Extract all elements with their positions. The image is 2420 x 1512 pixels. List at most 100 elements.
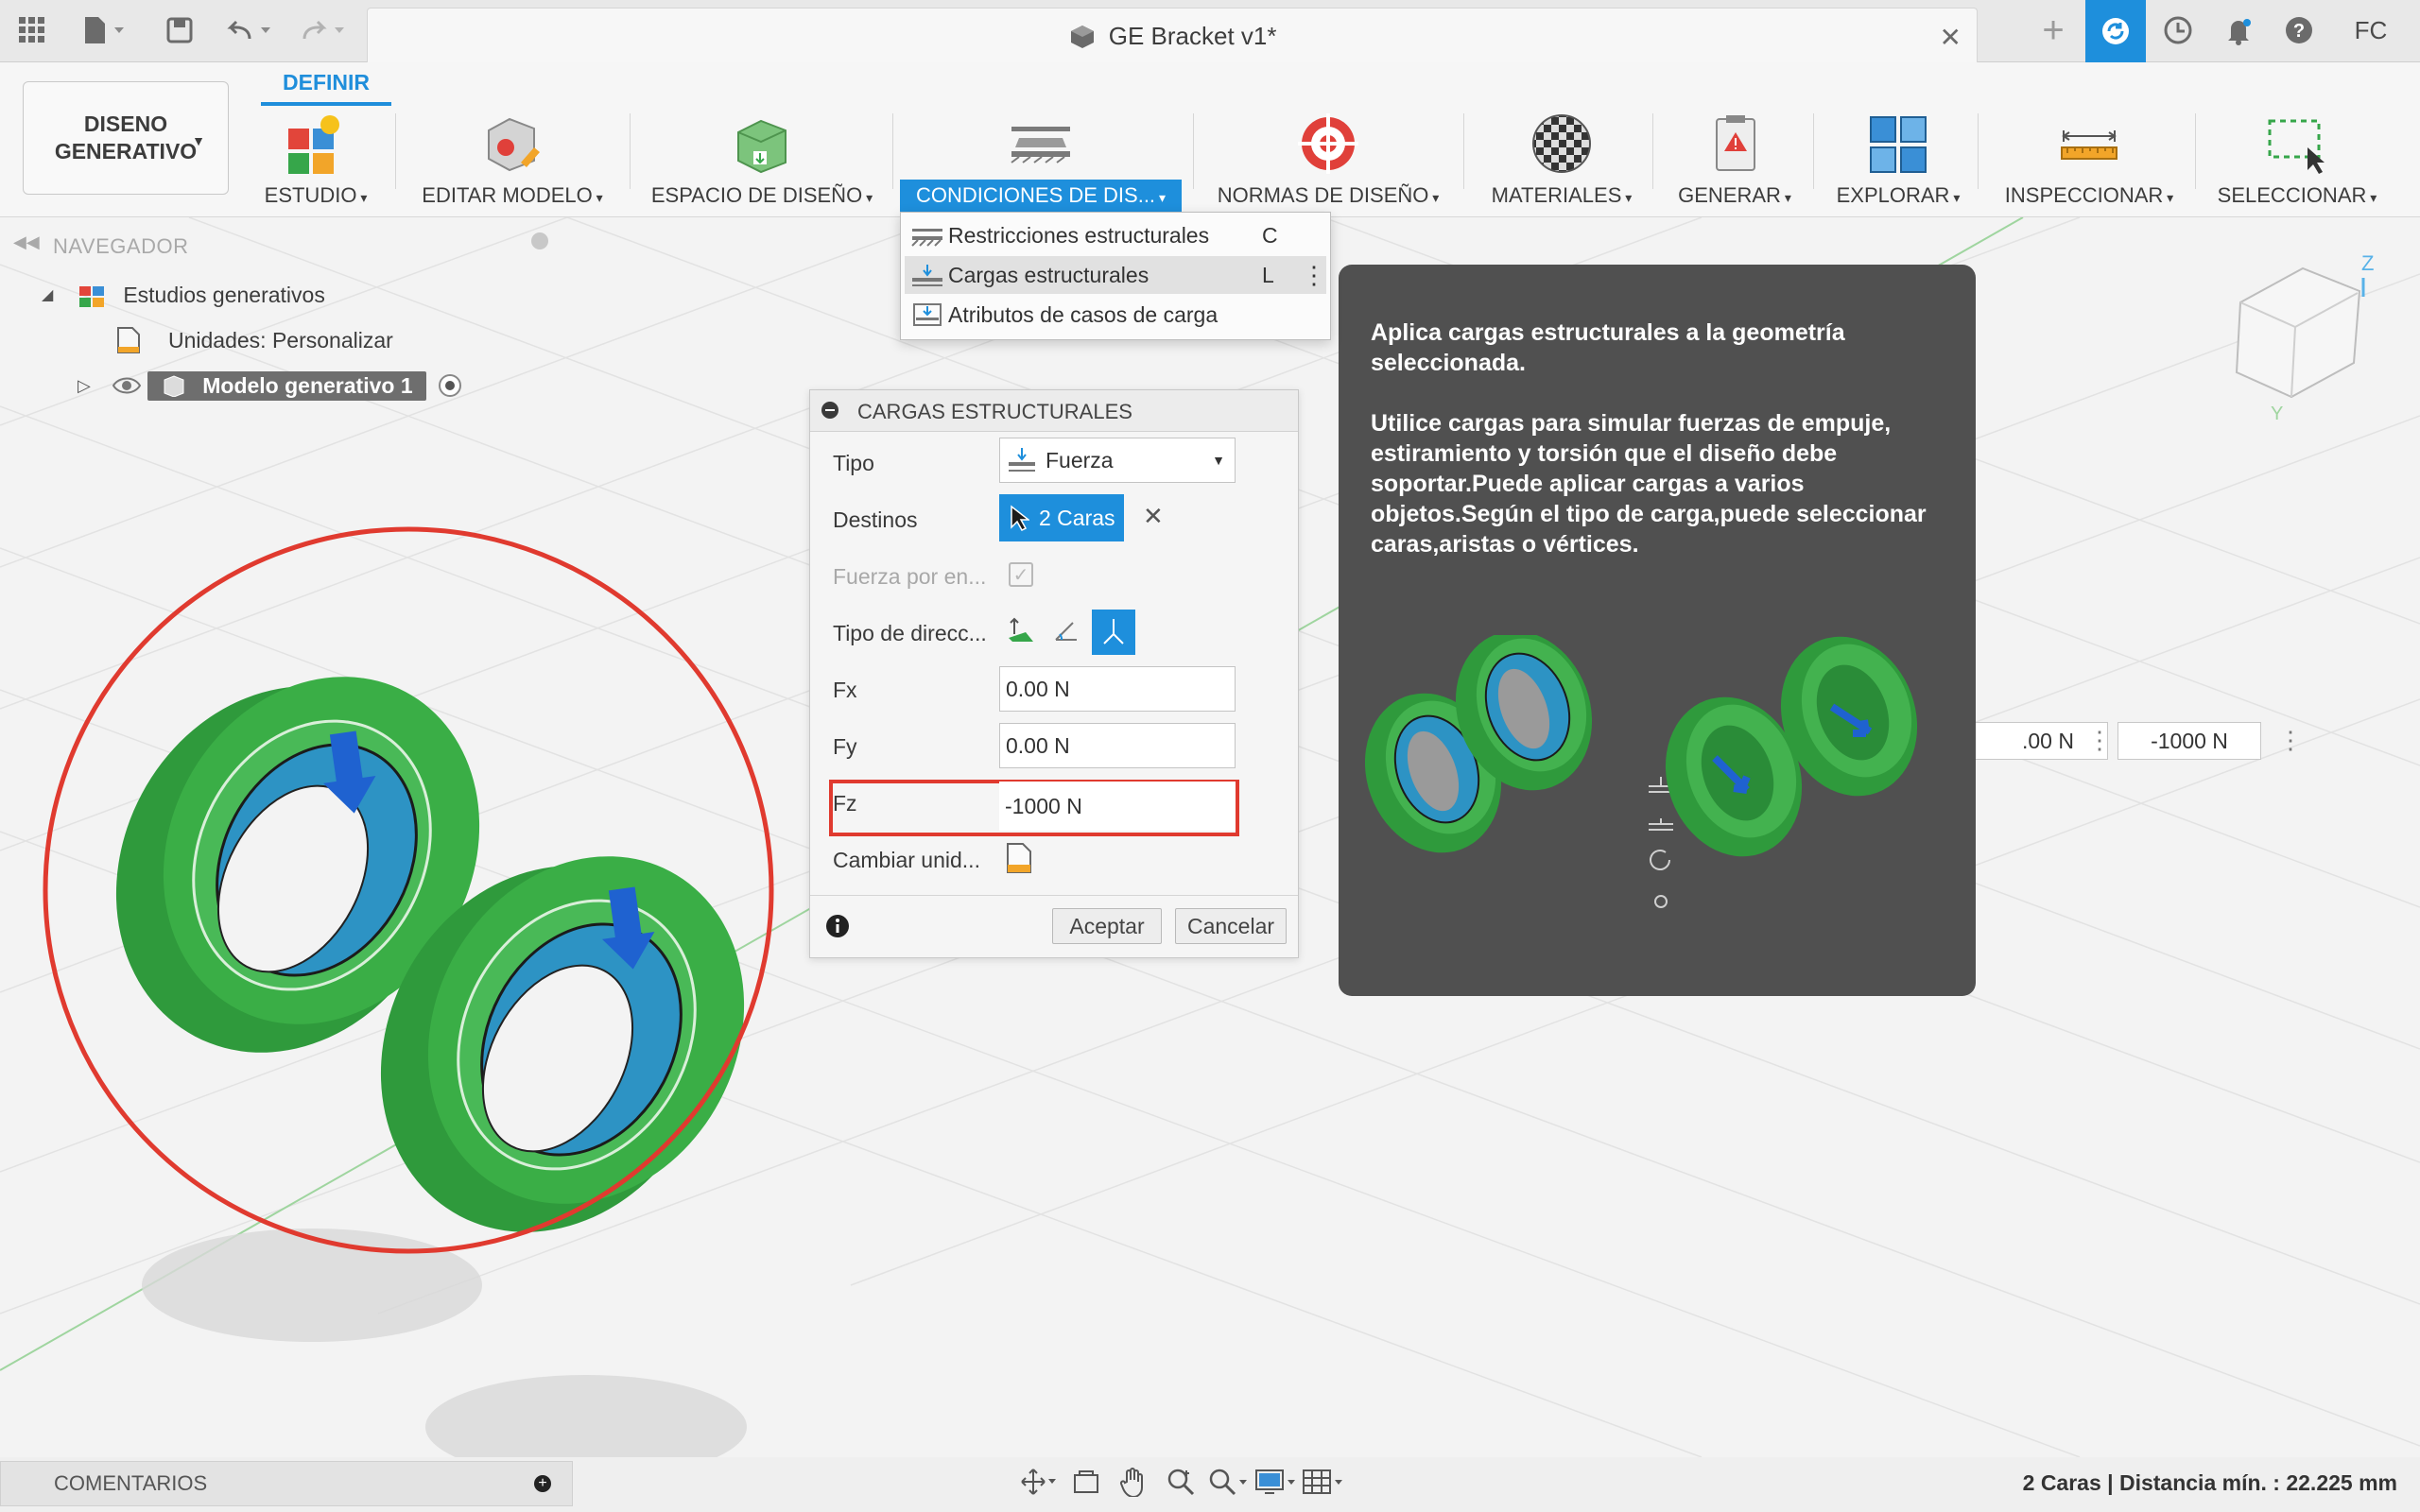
save-icon[interactable]	[159, 9, 200, 51]
studies-folder-icon	[79, 286, 105, 307]
tool-seleccionar[interactable]: SELECCIONAR	[2212, 104, 2382, 215]
more-options-icon[interactable]: ⋮	[1302, 261, 1326, 290]
nav-item-units[interactable]: Unidades: Personalizar	[115, 321, 393, 359]
angle-direction-icon[interactable]	[1050, 613, 1082, 645]
menu-item-atributos[interactable]: Atributos de casos de carga	[905, 296, 1326, 334]
ribbon-separator	[1978, 113, 1979, 189]
file-menu-icon[interactable]	[76, 9, 132, 51]
ribbon-separator	[1813, 113, 1814, 189]
collapse-dialog-icon[interactable]	[821, 402, 838, 419]
fx-label: Fx	[833, 678, 857, 702]
generate-icon	[1702, 110, 1768, 176]
nav-item-model[interactable]: ▷ Modelo generativo 1	[78, 367, 464, 404]
dialog-divider	[810, 895, 1298, 896]
comments-label: COMENTARIOS	[54, 1471, 208, 1495]
tool-normas-de-diseno[interactable]: NORMAS DE DISEÑO	[1210, 104, 1446, 215]
notifications-bell-icon[interactable]	[2212, 9, 2265, 51]
cancel-button[interactable]: Cancelar	[1175, 908, 1287, 944]
vector-components-button[interactable]	[1092, 610, 1135, 655]
svg-text:Z: Z	[2361, 251, 2374, 275]
ribbon-separator	[1463, 113, 1464, 189]
tool-estudio[interactable]: ESTUDIO	[250, 104, 382, 215]
document-tab[interactable]: GE Bracket v1* ✕	[367, 8, 1978, 62]
status-message: 2 Caras | Distancia mín. : 22.225 mm	[2022, 1470, 2397, 1495]
structural-load-icon	[912, 265, 942, 286]
fz-input[interactable]	[999, 782, 1236, 831]
navigator-title: NAVEGADOR	[53, 234, 189, 258]
dialog-title: CARGAS ESTRUCTURALES	[857, 400, 1132, 423]
workspace-label-line1: DISENO	[83, 112, 168, 137]
manipulator-fz-value[interactable]: -1000 N	[2118, 722, 2261, 760]
status-bar: COMENTARIOS + 2 Caras | Distancia mín. :…	[0, 1457, 2420, 1512]
clear-selection-icon[interactable]: ✕	[1143, 502, 1164, 531]
grid-settings-icon[interactable]	[1299, 1467, 1346, 1502]
close-tab-icon[interactable]: ✕	[1940, 22, 1962, 53]
tooltip-panel: Aplica cargas estructurales a la geometr…	[1339, 265, 1976, 996]
tooltip-illustration	[1365, 635, 1918, 908]
zoom-window-icon[interactable]	[1204, 1467, 1252, 1502]
tool-editar-modelo[interactable]: EDITAR MODELO	[412, 104, 613, 215]
force-icon	[1009, 448, 1035, 472]
apps-grid-icon[interactable]	[11, 9, 53, 51]
design-conditions-icon	[1008, 110, 1074, 176]
xyz-components-icon	[1103, 619, 1124, 644]
user-avatar[interactable]: FC	[2344, 9, 2397, 51]
panel-options-icon[interactable]	[531, 232, 548, 249]
tool-inspeccionar[interactable]: INSPECCIONAR	[1995, 104, 2184, 215]
undo-icon[interactable]	[223, 9, 280, 51]
nav-root-label: Estudios generativos	[123, 282, 325, 307]
nav-item-estudios[interactable]: ◢ Estudios generativos	[42, 276, 325, 314]
tipo-select[interactable]: Fuerza ▼	[999, 438, 1236, 483]
nav-units-label: Unidades: Personalizar	[168, 327, 393, 352]
units-document-icon[interactable]	[1005, 842, 1033, 874]
new-tab-icon[interactable]: +	[2029, 9, 2078, 51]
menu-item-restricciones[interactable]: Restricciones estructurales C	[905, 216, 1326, 254]
activate-radio-icon[interactable]	[436, 371, 464, 400]
orbit-icon[interactable]	[1015, 1466, 1063, 1503]
fuerza-por-entidad-checkbox[interactable]: ✓	[1009, 562, 1033, 587]
menu-item-cargas[interactable]: Cargas estructurales L ⋮	[905, 256, 1326, 294]
tree-collapse-icon[interactable]: ◢	[42, 285, 53, 304]
look-at-icon[interactable]	[1063, 1468, 1110, 1501]
tab-definir[interactable]: DEFINIR	[261, 62, 391, 104]
sync-icon[interactable]	[2085, 0, 2146, 62]
info-icon[interactable]	[825, 914, 850, 938]
add-comment-icon[interactable]: +	[534, 1475, 551, 1492]
destinos-selection-button[interactable]: 2 Caras	[999, 494, 1124, 541]
fy-input[interactable]	[999, 723, 1236, 768]
normal-direction-icon[interactable]	[1005, 613, 1037, 645]
chevron-down-icon: ▼	[192, 133, 205, 148]
workspace-label-line2: GENERATIVO	[54, 139, 198, 163]
zoom-icon[interactable]	[1157, 1467, 1204, 1502]
visibility-eye-icon[interactable]	[112, 375, 142, 396]
tree-expand-icon[interactable]: ▷	[78, 376, 91, 396]
application-bar: GE Bracket v1* ✕ + ? FC	[0, 0, 2420, 62]
inspect-icon	[2056, 110, 2122, 176]
help-icon[interactable]: ?	[2273, 9, 2325, 51]
navigator-panel: ◀◀ NAVEGADOR ◢ Estudios generativos Unid…	[0, 217, 577, 425]
tool-materiales[interactable]: MATERIALES	[1478, 104, 1645, 215]
tool-condiciones-de-diseno[interactable]: CONDICIONES DE DIS...	[900, 104, 1182, 215]
fx-input[interactable]	[999, 666, 1236, 712]
more-options-icon[interactable]: ⋮	[2087, 726, 2112, 755]
tool-espacio-de-diseno[interactable]: ESPACIO DE DISEÑO	[648, 104, 875, 215]
toolbar-ribbon: DISENO GENERATIVO ▼ DEFINIR ESTUDIO EDIT…	[0, 62, 2420, 217]
more-options-icon[interactable]: ⋮	[2278, 726, 2303, 755]
svg-text:Y: Y	[2271, 404, 2283, 424]
display-settings-icon[interactable]	[1252, 1467, 1299, 1502]
tool-explorar[interactable]: EXPLORAR	[1830, 104, 1966, 215]
workspace-switcher[interactable]: DISENO GENERATIVO ▼	[23, 81, 229, 195]
fuerza-por-entidad-label: Fuerza por en...	[833, 564, 987, 589]
select-icon	[2264, 110, 2330, 176]
tooltip-summary: Aplica cargas estructurales a la geometr…	[1371, 319, 1845, 376]
redo-icon[interactable]	[297, 9, 354, 51]
tool-generar[interactable]: GENERAR	[1669, 104, 1800, 215]
collapse-panel-icon[interactable]: ◀◀	[13, 232, 40, 252]
svg-text:?: ?	[2293, 21, 2305, 42]
comments-panel[interactable]: COMENTARIOS +	[0, 1461, 573, 1506]
pan-hand-icon[interactable]	[1110, 1467, 1157, 1502]
ribbon-separator	[630, 113, 631, 189]
job-status-clock-icon[interactable]	[2152, 9, 2204, 51]
accept-button[interactable]: Aceptar	[1052, 908, 1162, 944]
view-cube[interactable]: Z Y	[2235, 251, 2374, 424]
